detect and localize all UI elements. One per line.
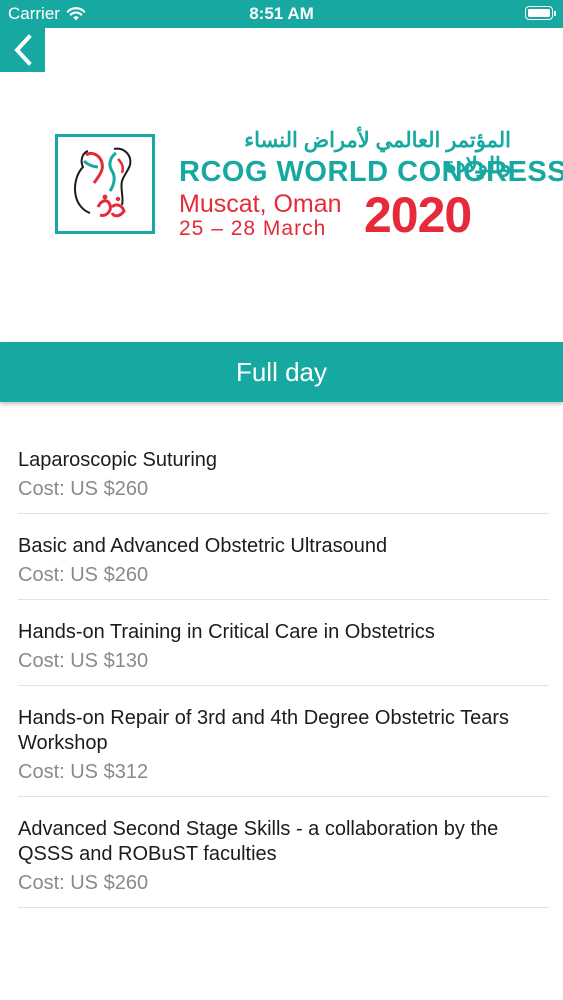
course-cost: Cost: US $260 <box>18 872 149 894</box>
course-title: Hands-on Training in Critical Care in Ob… <box>18 621 435 643</box>
oman-figures-emblem-icon <box>73 147 132 218</box>
logo-emblem-frame <box>55 134 155 234</box>
course-item[interactable]: Hands-on Repair of 3rd and 4th Degree Ob… <box>0 686 563 797</box>
course-item[interactable]: Hands-on Training in Critical Care in Ob… <box>0 600 563 686</box>
status-time: 8:51 AM <box>249 4 314 23</box>
logo-dates: 25 – 28 March <box>179 217 327 240</box>
battery-icon <box>525 6 556 20</box>
chevron-left-icon <box>13 34 32 66</box>
logo-year: 2020 <box>364 187 472 243</box>
section-title: Full day <box>235 356 328 387</box>
course-title: Hands-on Repair of 3rd and 4th Degree Ob… <box>18 707 510 754</box>
course-cost: Cost: US $260 <box>18 564 149 586</box>
course-item[interactable]: Advanced Second Stage Skills - a collabo… <box>0 797 563 908</box>
course-list: Laparoscopic Suturing Cost: US $260 Basi… <box>0 428 563 908</box>
logo-congress-name: RCOG WORLD CONGRESS <box>179 156 563 188</box>
course-title: Advanced Second Stage Skills - a collabo… <box>18 818 499 865</box>
course-cost: Cost: US $260 <box>18 478 149 500</box>
congress-logo: المؤتمر العالمي لأمراض النساء والولادة R… <box>0 72 563 342</box>
back-button[interactable] <box>0 28 45 72</box>
status-bar: Carrier 8:51 AM <box>0 0 563 28</box>
course-title: Basic and Advanced Obstetric Ultrasound <box>18 535 388 557</box>
course-cost: Cost: US $312 <box>18 761 149 783</box>
course-title: Laparoscopic Suturing <box>18 449 218 471</box>
course-cost: Cost: US $130 <box>18 650 149 672</box>
course-item[interactable]: Basic and Advanced Obstetric Ultrasound … <box>0 514 563 600</box>
section-header: Full day <box>0 342 563 402</box>
course-item[interactable]: Laparoscopic Suturing Cost: US $260 <box>0 428 563 514</box>
logo-city: Muscat, Oman <box>179 190 342 218</box>
